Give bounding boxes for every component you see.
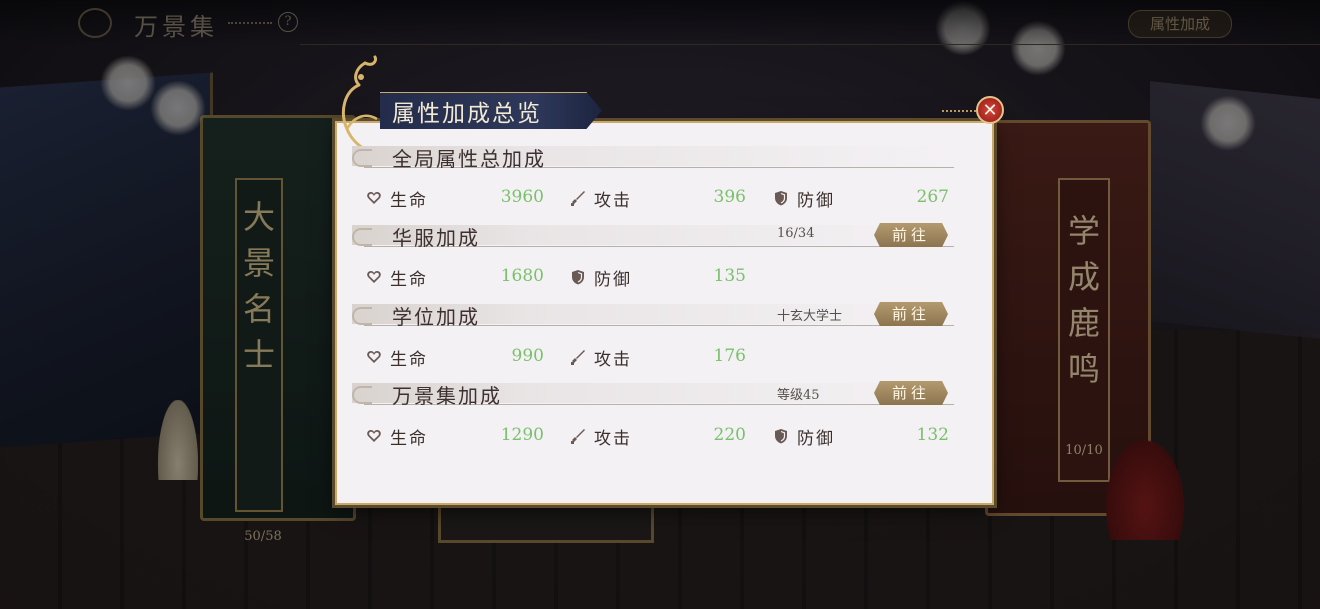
- section-global-bonus: 全局属性总加成: [352, 143, 954, 171]
- stat-label: 攻击: [594, 429, 632, 449]
- stat-label: 生命: [390, 350, 428, 370]
- goto-button[interactable]: 前往: [874, 381, 948, 405]
- stat-attack: 攻击 176: [570, 345, 750, 370]
- stat-label: 攻击: [594, 191, 632, 211]
- shield-icon: [572, 270, 584, 285]
- heart-icon: [367, 192, 381, 204]
- stat-label: 生命: [390, 191, 428, 211]
- shield-icon: [775, 191, 787, 206]
- section-collection-bonus: 万景集加成 等级45 前往: [352, 380, 954, 408]
- stat-value: 990: [511, 346, 544, 366]
- swirl-ornament-icon: [352, 228, 372, 246]
- sword-icon: [571, 350, 585, 365]
- sword-icon: [571, 191, 585, 206]
- swirl-ornament-icon: [352, 386, 372, 404]
- stat-value: 3960: [500, 187, 544, 207]
- stat-defense: 防御 267: [773, 186, 953, 211]
- stat-value: 1680: [500, 266, 544, 286]
- goto-button[interactable]: 前往: [874, 223, 948, 247]
- section-costume-bonus: 华服加成 16/34 前往: [352, 222, 954, 250]
- stat-value: 396: [713, 187, 746, 207]
- stat-label: 生命: [390, 429, 428, 449]
- stat-attack: 攻击 220: [570, 424, 750, 449]
- stat-defense: 防御 132: [773, 424, 953, 449]
- section-title: 全局属性总加成: [392, 147, 546, 171]
- stat-defense: 防御 135: [570, 265, 750, 290]
- swirl-ornament-icon: [352, 307, 372, 325]
- stat-value: 135: [713, 266, 746, 286]
- stat-label: 防御: [797, 191, 835, 211]
- stat-hp: 生命 1680: [366, 265, 546, 290]
- section-degree-bonus: 学位加成 十玄大学士 前往: [352, 301, 954, 329]
- heart-icon: [367, 351, 381, 363]
- stat-value: 176: [713, 346, 746, 366]
- close-button[interactable]: ✕: [976, 96, 1004, 124]
- section-rank: 十玄大学士: [777, 309, 843, 324]
- swirl-ornament-icon: [352, 149, 372, 167]
- stat-value: 267: [916, 187, 949, 207]
- stat-value: 1290: [500, 425, 544, 445]
- stat-hp: 生命 990: [366, 345, 546, 370]
- section-title: 华服加成: [392, 226, 480, 250]
- stat-label: 生命: [390, 270, 428, 290]
- shield-icon: [775, 429, 787, 444]
- sword-icon: [571, 429, 585, 444]
- stat-label: 防御: [594, 270, 632, 290]
- stat-attack: 攻击 396: [570, 186, 750, 211]
- stat-value: 132: [916, 425, 949, 445]
- stat-hp: 生命 1290: [366, 424, 546, 449]
- dialog-title: 属性加成总览: [392, 101, 542, 127]
- stat-label: 防御: [797, 429, 835, 449]
- goto-button[interactable]: 前往: [874, 302, 948, 326]
- section-progress: 16/34: [777, 226, 815, 241]
- title-dots-divider: [942, 110, 976, 112]
- section-level: 等级45: [777, 388, 820, 403]
- stat-label: 攻击: [594, 350, 632, 370]
- stat-value: 220: [713, 425, 746, 445]
- heart-icon: [367, 271, 381, 283]
- heart-icon: [367, 430, 381, 442]
- section-title: 学位加成: [392, 305, 480, 329]
- section-title: 万景集加成: [392, 384, 502, 408]
- stat-hp: 生命 3960: [366, 186, 546, 211]
